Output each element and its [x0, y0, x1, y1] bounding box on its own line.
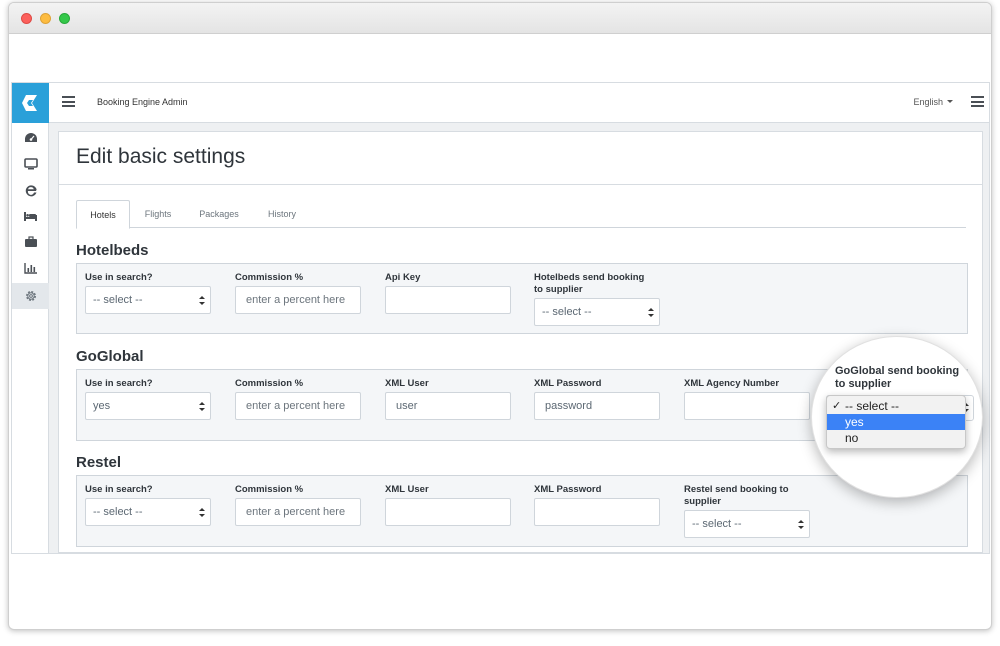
sidebar-item-packages[interactable] — [12, 229, 49, 255]
sidebar — [12, 123, 49, 553]
section-title-restel: Restel — [76, 454, 122, 471]
browser-window: Booking Engine Admin English Edit basic … — [8, 2, 992, 630]
dropdown-option-no[interactable]: no — [827, 430, 965, 446]
api-key-label: Api Key — [385, 272, 421, 283]
maximize-window-button[interactable] — [59, 13, 70, 24]
page-title: Edit basic settings — [76, 145, 246, 168]
browser-icon — [25, 185, 37, 197]
section-title-goglobal: GoGlobal — [76, 348, 144, 365]
send-booking-label: Restel send booking to supplier — [684, 484, 789, 507]
window-titlebar — [9, 3, 991, 34]
hotelbeds-api-key-input[interactable] — [385, 286, 511, 314]
commission-label: Commission % — [235, 378, 304, 389]
gear-icon — [25, 290, 36, 302]
language-label: English — [913, 97, 943, 107]
caret-down-icon — [947, 100, 953, 103]
sidebar-item-dashboard[interactable] — [12, 125, 49, 151]
app-title: Booking Engine Admin — [97, 97, 188, 107]
goglobal-xml-password-input[interactable]: password — [534, 392, 660, 420]
brand-logo[interactable] — [12, 83, 49, 123]
xml-user-label: XML User — [385, 378, 429, 389]
section-title-hotelbeds: Hotelbeds — [76, 242, 149, 259]
language-dropdown[interactable]: English — [913, 97, 953, 107]
settings-card: Edit basic settings Hotels Flights Packa… — [58, 131, 983, 553]
sidebar-item-settings[interactable] — [12, 283, 49, 309]
bed-icon — [24, 211, 37, 221]
sidebar-item-browser[interactable] — [12, 177, 49, 203]
select-arrows-icon — [798, 520, 804, 530]
hotelbeds-use-in-search-select[interactable]: -- select -- — [85, 286, 211, 314]
goglobal-send-booking-label: GoGlobal send booking to supplier — [835, 365, 960, 390]
restel-use-in-search-select[interactable]: -- select -- — [85, 498, 211, 526]
top-header: Booking Engine Admin English — [49, 83, 989, 123]
tab-history[interactable]: History — [256, 200, 308, 228]
restel-send-booking-select[interactable]: -- select -- — [684, 510, 810, 538]
divider — [59, 184, 982, 185]
checkmark-icon: ✓ — [832, 400, 842, 412]
xml-agency-number-label: XML Agency Number — [684, 378, 780, 389]
dropdown-option-yes[interactable]: yes — [827, 414, 965, 430]
admin-app: Booking Engine Admin English Edit basic … — [11, 82, 990, 554]
bar-chart-icon — [23, 263, 37, 274]
sidebar-item-reports[interactable] — [12, 255, 49, 281]
sidebar-toggle-menu-icon[interactable] — [62, 96, 75, 107]
commission-label: Commission % — [235, 484, 304, 495]
goglobal-use-in-search-select[interactable]: yes — [85, 392, 211, 420]
xml-user-label: XML User — [385, 484, 429, 495]
sidebar-item-monitor[interactable] — [12, 151, 49, 177]
goglobal-commission-input[interactable]: enter a percent here — [235, 392, 361, 420]
xml-password-label: XML Password — [534, 484, 602, 495]
dropdown-option-select[interactable]: ✓ -- select -- — [827, 398, 965, 414]
commission-label: Commission % — [235, 272, 304, 283]
use-in-search-label: Use in search? — [85, 378, 153, 389]
logo-icon — [22, 95, 37, 111]
aside-menu-icon[interactable] — [971, 96, 984, 107]
select-arrows-icon — [199, 402, 205, 412]
hotelbeds-commission-input[interactable]: enter a percent here — [235, 286, 361, 314]
goglobal-xml-agency-number-input[interactable] — [684, 392, 810, 420]
restel-commission-input[interactable]: enter a percent here — [235, 498, 361, 526]
magnifier-callout: GoGlobal send booking to supplier ✓ -- sel… — [811, 336, 983, 498]
use-in-search-label: Use in search? — [85, 484, 153, 495]
tab-hotels[interactable]: Hotels — [76, 200, 130, 229]
minimize-window-button[interactable] — [40, 13, 51, 24]
send-booking-label: Hotelbeds send booking to supplier — [534, 272, 645, 295]
tab-bar: Hotels Flights Packages History — [76, 200, 966, 229]
send-booking-dropdown-menu: ✓ -- select -- yes no — [826, 395, 966, 449]
restel-xml-user-input[interactable] — [385, 498, 511, 526]
sidebar-item-hotels[interactable] — [12, 203, 49, 229]
tab-packages[interactable]: Packages — [188, 200, 250, 228]
xml-password-label: XML Password — [534, 378, 602, 389]
close-window-button[interactable] — [21, 13, 32, 24]
select-arrows-icon — [199, 296, 205, 306]
hotelbeds-send-booking-select[interactable]: -- select -- — [534, 298, 660, 326]
goglobal-xml-user-input[interactable]: user — [385, 392, 511, 420]
select-arrows-icon — [648, 308, 654, 318]
use-in-search-label: Use in search? — [85, 272, 153, 283]
restel-settings-box: Use in search? -- select -- Commission %… — [76, 475, 968, 547]
monitor-icon — [23, 158, 38, 170]
briefcase-icon — [24, 236, 37, 247]
hotelbeds-settings-box: Use in search? -- select -- Commission %… — [76, 263, 968, 334]
tab-flights[interactable]: Flights — [134, 200, 182, 228]
dashboard-icon — [24, 133, 37, 142]
select-arrows-icon — [199, 508, 205, 518]
restel-xml-password-input[interactable] — [534, 498, 660, 526]
